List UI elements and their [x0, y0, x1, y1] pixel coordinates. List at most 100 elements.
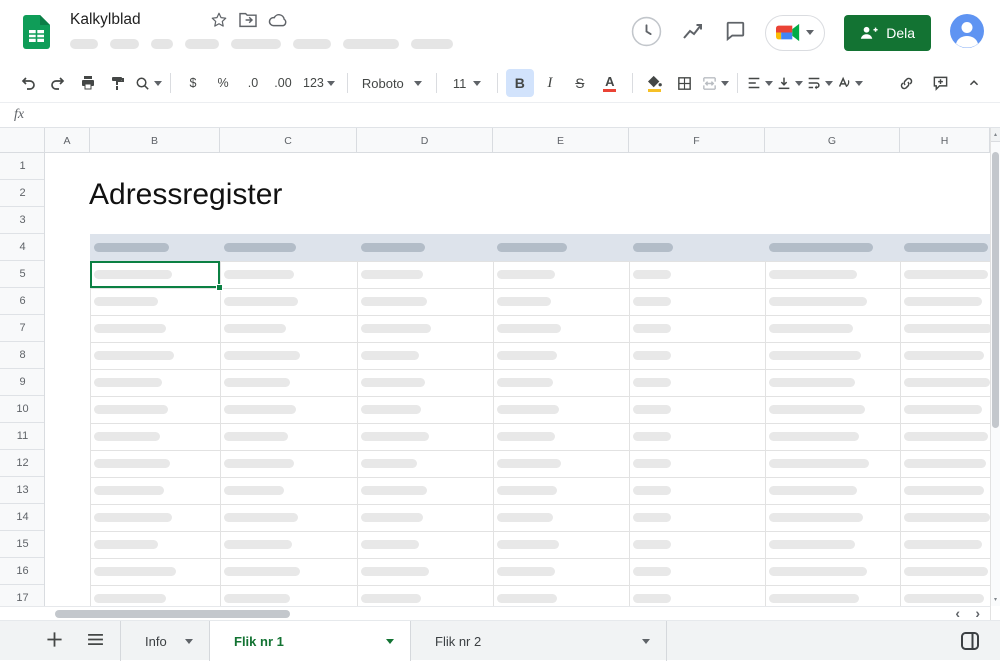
column-header-G[interactable]: G — [765, 128, 900, 153]
cells-area[interactable]: Adressregister — [45, 153, 990, 606]
side-panel-button[interactable] — [960, 631, 980, 654]
column-header-F[interactable]: F — [629, 128, 765, 153]
column-header-C[interactable]: C — [220, 128, 357, 153]
borders-button[interactable] — [671, 69, 699, 97]
insert-link-button[interactable] — [892, 69, 920, 97]
tab-flik-nr-1[interactable]: Flik nr 1 — [210, 621, 411, 661]
cloud-status-icon[interactable] — [268, 12, 289, 31]
redacted-cell-pill — [224, 567, 300, 576]
gridline — [90, 450, 990, 451]
paint-format-button[interactable] — [104, 69, 132, 97]
move-folder-icon[interactable] — [238, 12, 258, 31]
row-header-6[interactable]: 6 — [0, 288, 45, 315]
horizontal-scrollbar[interactable]: ‹ › — [0, 606, 990, 620]
column-header-A[interactable]: A — [45, 128, 90, 153]
selected-cell-outline[interactable] — [90, 261, 220, 288]
scroll-right-button[interactable]: › — [975, 605, 980, 621]
decrease-decimals-button[interactable]: .0 — [239, 69, 267, 97]
font-family-select[interactable]: Roboto — [356, 69, 428, 97]
redacted-menu-pill[interactable] — [411, 39, 453, 49]
font-size-select[interactable]: 11 — [445, 69, 489, 97]
row-header-3[interactable]: 3 — [0, 207, 45, 234]
insert-comment-button[interactable] — [926, 69, 954, 97]
zoom-button[interactable] — [134, 69, 162, 97]
row-header-13[interactable]: 13 — [0, 477, 45, 504]
select-all-corner[interactable] — [0, 128, 45, 153]
tab-flik-nr-2[interactable]: Flik nr 2 — [411, 621, 667, 661]
redacted-cell-pill — [361, 324, 431, 333]
chevron-down-icon — [795, 81, 803, 86]
strikethrough-button[interactable]: S — [566, 69, 594, 97]
redacted-menu-pill[interactable] — [110, 39, 139, 49]
percent-format-button[interactable]: % — [209, 69, 237, 97]
redo-button[interactable] — [44, 69, 72, 97]
column-header-E[interactable]: E — [493, 128, 629, 153]
version-history-icon[interactable] — [631, 16, 662, 50]
add-sheet-button[interactable] — [46, 631, 63, 651]
row-header-2[interactable]: 2 — [0, 180, 45, 207]
scroll-up-button[interactable]: ▴ — [991, 128, 1000, 142]
row-header-4[interactable]: 4 — [0, 234, 45, 261]
row-header-12[interactable]: 12 — [0, 450, 45, 477]
redacted-cell-pill — [769, 567, 867, 576]
vertical-scrollbar[interactable]: ▴ ▾ — [990, 128, 1000, 620]
document-title[interactable]: Kalkylblad — [70, 11, 141, 29]
increase-decimals-button[interactable]: .00 — [269, 69, 297, 97]
all-sheets-button[interactable] — [87, 633, 104, 649]
redacted-menu-pill[interactable] — [70, 39, 98, 49]
sheet-title-text[interactable]: Adressregister — [89, 178, 282, 212]
row-header-14[interactable]: 14 — [0, 504, 45, 531]
redacted-cell-pill — [769, 513, 863, 522]
text-wrap-button[interactable] — [806, 69, 834, 97]
redacted-menu-pill[interactable] — [343, 39, 399, 49]
collapse-toolbar-button[interactable] — [960, 69, 988, 97]
text-color-button[interactable]: A — [596, 69, 624, 97]
redacted-header-pill — [224, 243, 296, 252]
italic-button[interactable]: I — [536, 69, 564, 97]
scroll-down-button[interactable]: ▾ — [991, 592, 1000, 606]
star-icon[interactable] — [210, 11, 228, 32]
redacted-cell-pill — [94, 432, 160, 441]
horizontal-align-button[interactable] — [746, 69, 774, 97]
meet-button[interactable] — [765, 15, 825, 51]
row-header-5[interactable]: 5 — [0, 261, 45, 288]
bold-button[interactable]: B — [506, 69, 534, 97]
comment-icon[interactable] — [724, 20, 746, 45]
sheets-logo-icon[interactable] — [23, 15, 50, 54]
formula-input[interactable] — [42, 103, 1000, 127]
scroll-left-button[interactable]: ‹ — [955, 605, 960, 621]
activity-icon[interactable] — [681, 19, 705, 46]
tab-info[interactable]: Info — [120, 621, 210, 661]
fill-color-button[interactable] — [641, 69, 669, 97]
redacted-menu-pill[interactable] — [151, 39, 173, 49]
merge-cells-button[interactable] — [701, 69, 729, 97]
number-format-button[interactable]: 123 — [299, 69, 339, 97]
vertical-align-button[interactable] — [776, 69, 804, 97]
row-header-16[interactable]: 16 — [0, 558, 45, 585]
row-header-9[interactable]: 9 — [0, 369, 45, 396]
column-header-B[interactable]: B — [90, 128, 220, 153]
row-header-15[interactable]: 15 — [0, 531, 45, 558]
row-header-17[interactable]: 17 — [0, 585, 45, 606]
row-header-11[interactable]: 11 — [0, 423, 45, 450]
redacted-cell-pill — [94, 351, 174, 360]
redacted-menu-pill[interactable] — [231, 39, 281, 49]
redacted-menu-pill[interactable] — [185, 39, 219, 49]
redacted-cell-pill — [94, 540, 158, 549]
row-header-7[interactable]: 7 — [0, 315, 45, 342]
text-rotation-button[interactable] — [836, 69, 864, 97]
row-header-1[interactable]: 1 — [0, 153, 45, 180]
print-button[interactable] — [74, 69, 102, 97]
vertical-scroll-thumb[interactable] — [992, 152, 999, 428]
currency-format-button[interactable]: $ — [179, 69, 207, 97]
fill-handle[interactable] — [216, 284, 223, 291]
row-header-8[interactable]: 8 — [0, 342, 45, 369]
share-button[interactable]: Dela — [844, 15, 931, 51]
avatar[interactable] — [950, 14, 984, 51]
column-header-D[interactable]: D — [357, 128, 493, 153]
undo-button[interactable] — [14, 69, 42, 97]
horizontal-scroll-thumb[interactable] — [55, 610, 290, 618]
row-header-10[interactable]: 10 — [0, 396, 45, 423]
redacted-menu-pill[interactable] — [293, 39, 331, 49]
column-header-H[interactable]: H — [900, 128, 990, 153]
